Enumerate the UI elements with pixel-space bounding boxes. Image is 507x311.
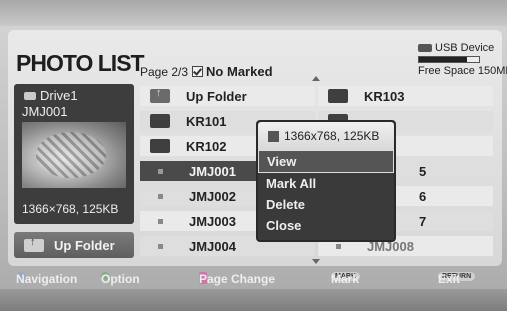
drive-icon bbox=[24, 92, 36, 100]
folder-icon bbox=[150, 139, 170, 153]
scroll-up-arrow-icon[interactable] bbox=[312, 76, 320, 81]
item-label: 5 bbox=[419, 163, 427, 179]
folder-up-icon bbox=[150, 87, 170, 103]
photo-file-icon bbox=[158, 193, 163, 199]
option-popup-menu: 1366x768, 125KB View Mark All Delete Clo… bbox=[256, 120, 396, 242]
item-label: 7 bbox=[419, 213, 427, 229]
folder-icon bbox=[328, 89, 348, 103]
usb-space-fill bbox=[419, 57, 467, 62]
scroll-down-arrow-icon[interactable] bbox=[312, 259, 320, 264]
photo-file-icon bbox=[158, 218, 163, 224]
item-label: JMJ002 bbox=[189, 188, 236, 204]
photo-list-screen: PHOTO LIST Page 2/3 No Marked USB Device … bbox=[0, 0, 507, 311]
usb-device-info: USB Device Free Space 150MB bbox=[418, 42, 507, 77]
usb-space-bar bbox=[418, 56, 480, 63]
folder-up-icon bbox=[24, 236, 44, 252]
item-label: KR101 bbox=[186, 113, 227, 129]
folder-icon bbox=[150, 114, 170, 128]
bottom-stripe bbox=[0, 289, 507, 311]
usb-label: USB Device bbox=[435, 42, 495, 54]
photo-info-icon bbox=[268, 130, 279, 142]
photo-file-icon bbox=[158, 168, 163, 174]
photo-file-icon bbox=[336, 243, 341, 249]
item-label: JMJ004 bbox=[189, 238, 236, 254]
check-icon bbox=[192, 66, 204, 77]
menu-item-mark-all[interactable]: Mark All bbox=[258, 173, 394, 194]
item-label: KR103 bbox=[364, 88, 405, 104]
usb-free-space: Free Space 150MB bbox=[418, 65, 507, 77]
exit-label: Exit bbox=[438, 272, 461, 286]
preview-panel: Drive1 JMJ001 1366×768, 125KB bbox=[14, 84, 134, 224]
item-label: KR102 bbox=[186, 138, 227, 154]
popup-header: 1366x768, 125KB bbox=[258, 122, 394, 150]
menu-item-view[interactable]: View bbox=[258, 150, 394, 173]
option-label: Option bbox=[101, 272, 140, 286]
page-number: Page 2/3 bbox=[140, 65, 189, 79]
top-band bbox=[0, 0, 507, 26]
drive-name: Drive1 bbox=[40, 88, 78, 103]
list-item[interactable]: KR103 bbox=[318, 86, 493, 106]
list-item[interactable]: Up Folder bbox=[140, 86, 315, 106]
preview-thumbnail bbox=[22, 122, 126, 188]
item-label: JMJ003 bbox=[189, 213, 236, 229]
page-indicator: Page 2/3 No Marked bbox=[140, 64, 273, 79]
up-folder-label: Up Folder bbox=[54, 237, 115, 253]
menu-item-delete[interactable]: Delete bbox=[258, 194, 394, 215]
photo-file-icon bbox=[158, 243, 163, 249]
marked-status: No Marked bbox=[206, 64, 273, 79]
preview-info: 1366×768, 125KB bbox=[22, 202, 119, 216]
popup-info: 1366x768, 125KB bbox=[284, 129, 380, 143]
item-label: JMJ001 bbox=[189, 163, 236, 179]
footer-bar: Navigation Option Page Change MARK Mark R… bbox=[0, 266, 507, 288]
up-folder-button[interactable]: Up Folder bbox=[14, 232, 134, 258]
page-title: PHOTO LIST bbox=[16, 50, 145, 76]
item-label: Up Folder bbox=[186, 88, 247, 104]
page-change-label: Page Change bbox=[199, 272, 276, 286]
navigation-label: Navigation bbox=[16, 272, 78, 286]
menu-item-close[interactable]: Close bbox=[258, 215, 394, 236]
preview-filename: JMJ001 bbox=[22, 104, 68, 119]
drive-label: Drive1 bbox=[24, 88, 78, 103]
item-label: 6 bbox=[419, 188, 427, 204]
mark-label: Mark bbox=[331, 272, 360, 286]
usb-icon bbox=[418, 44, 432, 53]
